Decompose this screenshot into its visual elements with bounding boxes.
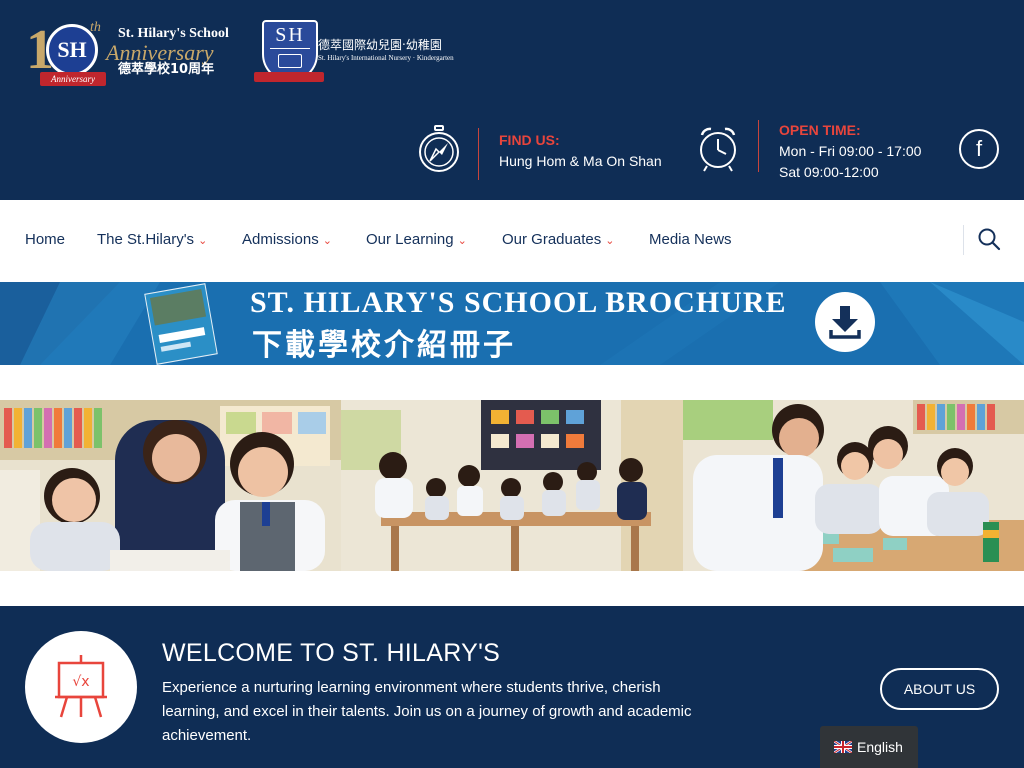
svg-text:√x: √x (72, 674, 89, 690)
find-us-label: FIND US: (499, 132, 560, 148)
chevron-down-icon: ⌄ (322, 235, 332, 247)
easel-icon: √x (55, 655, 107, 718)
main-nav: Home The St.Hilary's ⌄ Admissions ⌄ Our Le… (0, 200, 1024, 282)
nursery-ribbon (254, 72, 324, 82)
open-time-label: OPEN TIME: (779, 122, 861, 138)
nav-item-media-news[interactable]: Media News (649, 231, 732, 248)
anniversary-logo[interactable]: 10 SH th Anniversary St. Hilary's School… (26, 18, 246, 88)
shield-book-icon (278, 54, 302, 68)
nav-item-admissions[interactable]: Admissions ⌄ (242, 231, 332, 248)
open-time-saturday: Sat 09:00-12:00 (779, 164, 879, 180)
anniversary-ribbon: Anniversary (40, 72, 106, 86)
chevron-down-icon: ⌄ (457, 235, 467, 247)
language-switcher[interactable]: English (820, 726, 918, 768)
nursery-badge: SH (275, 24, 305, 46)
facebook-icon[interactable]: f (959, 129, 999, 169)
nav-item-label: Our Learning (366, 231, 454, 248)
banner-title-english: ST. HILARY'S SCHOOL BROCHURE (250, 286, 787, 319)
nav-item-label: Our Graduates (502, 231, 602, 248)
brochure-cover-title (158, 327, 206, 343)
anniversary-chinese: 德萃學校10周年 (118, 62, 215, 77)
brochure-banner[interactable]: ST. HILARY'S SCHOOL BROCHURE 下載學校介紹冊子 (0, 282, 1024, 365)
nav-item-label: Home (25, 231, 66, 248)
students-photo-2 (341, 400, 683, 571)
students-photo-3 (683, 400, 1024, 571)
open-time-weekday: Mon - Fri 09:00 - 17:00 (779, 143, 922, 159)
chevron-down-icon: ⌄ (198, 235, 208, 247)
nav-item-our-graduates[interactable]: Our Graduates ⌄ (502, 231, 614, 248)
find-us-value[interactable]: Hung Hom & Ma On Shan (499, 151, 662, 172)
brochure-cover-subtitle (160, 341, 192, 352)
open-time-divider (758, 120, 759, 172)
welcome-icon-circle: √x (25, 631, 137, 743)
photo-strip (0, 400, 1024, 571)
search-icon[interactable] (977, 227, 1001, 251)
nav-item-label: The St.Hilary's (97, 231, 195, 248)
find-us-divider (478, 128, 479, 180)
download-icon (829, 306, 861, 339)
shield-divider (270, 48, 310, 49)
alarm-clock-icon (700, 127, 736, 172)
anniversary-suffix: th (90, 20, 101, 35)
about-us-button[interactable]: ABOUT US (880, 668, 999, 710)
chevron-down-icon: ⌄ (605, 235, 615, 247)
nav-divider (963, 225, 964, 255)
uk-flag-icon (834, 741, 852, 753)
nursery-chinese-name: 德萃國際幼兒園‧幼稚園 (318, 38, 442, 52)
nursery-logo[interactable]: SH 德萃國際幼兒園‧幼稚園 St. Hilary's Internationa… (254, 18, 484, 86)
brochure-cover-photo (150, 288, 207, 326)
welcome-title: WELCOME TO ST. HILARY'S (162, 639, 501, 667)
nav-item-the-st-hilarys[interactable]: The St.Hilary's ⌄ (97, 231, 207, 248)
download-button[interactable] (815, 292, 875, 352)
nursery-english-name: St. Hilary's International Nursery · Kin… (318, 54, 454, 62)
welcome-text: Experience a nurturing learning environm… (162, 679, 692, 744)
nav-item-home[interactable]: Home (25, 231, 65, 248)
compass-icon (419, 125, 459, 172)
nav-item-label: Admissions (242, 231, 319, 248)
language-label: English (857, 739, 903, 755)
nav-item-our-learning[interactable]: Our Learning ⌄ (366, 231, 467, 248)
site-header: 10 SH th Anniversary St. Hilary's School… (0, 0, 1024, 200)
students-photo-1 (0, 400, 341, 571)
nav-item-label: Media News (649, 231, 732, 248)
banner-title-chinese: 下載學校介紹冊子 (252, 328, 516, 363)
brochure-cover-image (144, 283, 218, 365)
